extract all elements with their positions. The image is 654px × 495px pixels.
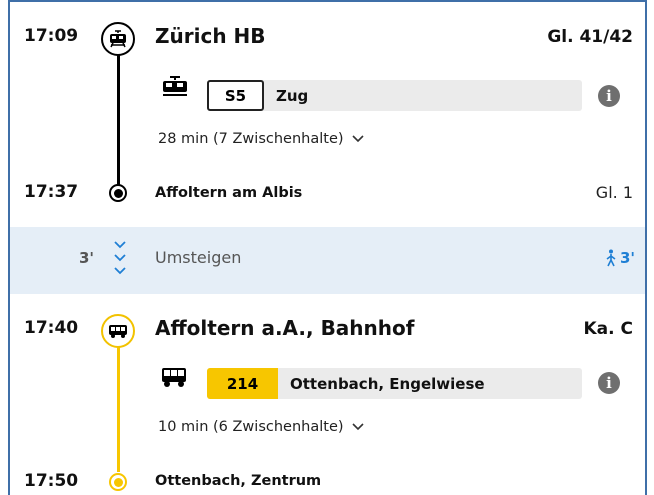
leg1-arrival-platform: Gl. 1 bbox=[595, 183, 633, 202]
leg2-departure-time: 17:40 bbox=[24, 318, 79, 338]
double-chevron-icon bbox=[114, 241, 126, 275]
connection-details: 17:09 Zürich HB Gl. 41/42 S5 Zug i 28 mi… bbox=[8, 0, 647, 495]
leg1-arrival-stop[interactable]: Affoltern am Albis bbox=[155, 185, 302, 201]
transfer-label: Umsteigen bbox=[155, 248, 242, 267]
leg2-line-description: Ottenbach, Engelwiese bbox=[290, 374, 485, 393]
train-icon bbox=[110, 30, 126, 48]
transfer-minutes: 3' bbox=[79, 249, 95, 267]
leg1-departure-platform: Gl. 41/42 bbox=[547, 27, 633, 47]
leg2-route-line bbox=[117, 342, 120, 472]
leg1-line-badge: S5 bbox=[207, 80, 264, 111]
info-icon[interactable]: i bbox=[598, 85, 620, 107]
leg1-departure-stop[interactable]: Zürich HB bbox=[155, 24, 266, 48]
leg1-line-bar[interactable]: S5 Zug bbox=[207, 80, 582, 111]
bus-icon bbox=[109, 325, 127, 338]
leg2-arrival-time: 17:50 bbox=[24, 471, 79, 491]
transfer-section: 3' Umsteigen 3' bbox=[10, 227, 645, 294]
leg1-duration-text: 28 min (7 Zwischenhalte) bbox=[158, 131, 344, 147]
leg2-departure-platform: Ka. C bbox=[583, 319, 634, 339]
leg2-line-badge: 214 bbox=[207, 368, 278, 399]
leg2-bus-icon-circle bbox=[101, 314, 135, 348]
leg1-train-icon-circle bbox=[101, 22, 135, 56]
leg2-arrival-stop[interactable]: Ottenbach, Zentrum bbox=[155, 473, 321, 489]
walk-time: 3' bbox=[606, 249, 635, 267]
leg2-arrival-dot bbox=[109, 473, 127, 491]
walk-minutes: 3' bbox=[619, 249, 635, 267]
chevron-down-icon bbox=[351, 135, 364, 143]
train-icon bbox=[163, 76, 187, 96]
leg1-departure-time: 17:09 bbox=[24, 26, 79, 46]
bus-icon bbox=[162, 368, 186, 387]
chevron-down-icon bbox=[351, 423, 364, 431]
info-icon[interactable]: i bbox=[598, 372, 620, 394]
leg1-arrival-dot bbox=[109, 184, 127, 202]
walk-icon bbox=[606, 249, 616, 267]
leg1-line-description: Zug bbox=[276, 86, 309, 105]
leg1-arrival-time: 17:37 bbox=[24, 182, 79, 202]
leg1-duration-toggle[interactable]: 28 min (7 Zwischenhalte) bbox=[158, 131, 364, 147]
leg2-duration-text: 10 min (6 Zwischenhalte) bbox=[158, 419, 344, 435]
leg2-duration-toggle[interactable]: 10 min (6 Zwischenhalte) bbox=[158, 419, 364, 435]
leg1-route-line bbox=[117, 52, 120, 188]
leg2-departure-stop[interactable]: Affoltern a.A., Bahnhof bbox=[155, 316, 414, 340]
leg2-line-bar[interactable]: 214 Ottenbach, Engelwiese bbox=[207, 368, 582, 399]
